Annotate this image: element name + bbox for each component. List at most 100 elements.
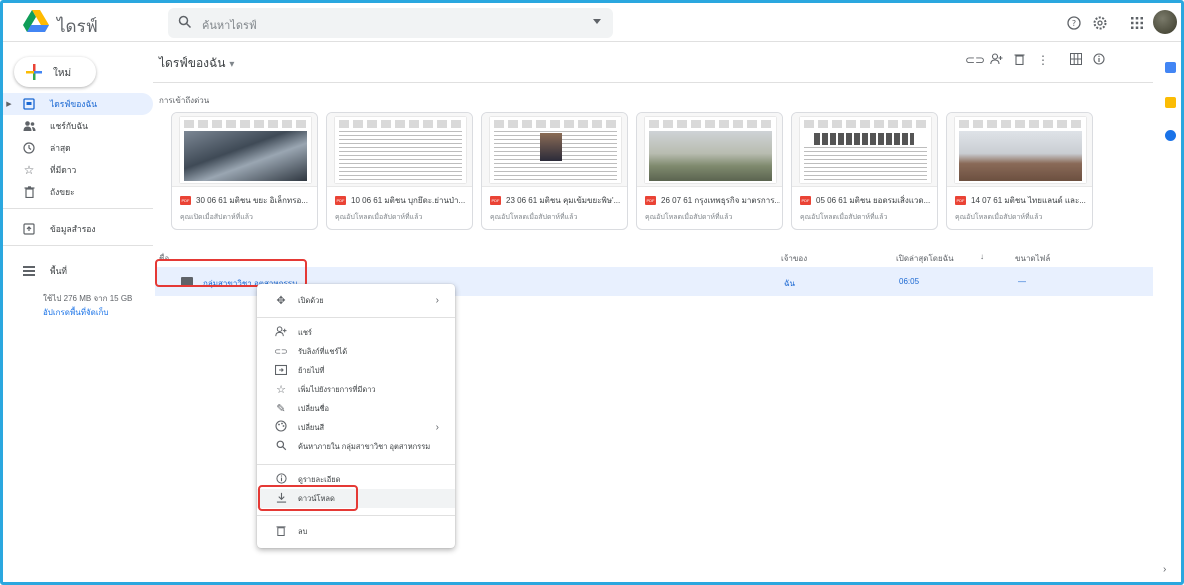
- new-button-label: ใหม่: [53, 68, 72, 79]
- header-divider: [153, 82, 1153, 83]
- menu-item-get-link[interactable]: ⊂⊃ รับลิงก์ที่แชร์ได้: [257, 342, 455, 361]
- calendar-icon[interactable]: [1165, 62, 1176, 73]
- quick-access-card[interactable]: PDF 10 06 61 มติชน บุกยึดะ.ย่านป่า... คุณ…: [326, 112, 473, 230]
- sidebar-item-starred[interactable]: ☆ ที่มีดาว: [3, 159, 153, 181]
- menu-item-change-color[interactable]: เปลี่ยนสี ›: [257, 418, 455, 437]
- trash-icon[interactable]: [1011, 53, 1027, 68]
- sidebar-item-label: ไดรฟ์ของฉัน: [50, 99, 98, 109]
- grid-view-icon[interactable]: [1068, 53, 1084, 68]
- file-thumbnail: [947, 113, 1092, 187]
- storage-icon: [22, 264, 36, 278]
- search-icon: [178, 15, 192, 29]
- more-vert-icon[interactable]: ⋮: [1035, 53, 1051, 67]
- row-owner: ฉัน: [784, 279, 795, 288]
- sidebar-item-backups[interactable]: ข้อมูลสำรอง: [3, 218, 153, 240]
- new-button[interactable]: ใหม่: [14, 57, 96, 87]
- share-icon[interactable]: [988, 53, 1004, 68]
- settings-icon[interactable]: [1091, 14, 1109, 32]
- row-modified: 06:05: [899, 277, 920, 286]
- sidebar-item-label: แชร์กับฉัน: [50, 121, 88, 131]
- star-icon: ☆: [276, 384, 286, 396]
- menu-item-label: ดูรายละเอียด: [298, 474, 341, 484]
- folder-highlight-box: [155, 259, 307, 287]
- menu-item-move[interactable]: ย้ายไปที่: [257, 361, 455, 380]
- tasks-icon[interactable]: [1165, 130, 1176, 141]
- sidebar-item-recent[interactable]: ล่าสุด: [3, 137, 153, 159]
- link-icon[interactable]: ⊂⊃: [965, 53, 985, 67]
- column-header-owner[interactable]: เจ้าของ: [781, 252, 807, 265]
- quick-access-card[interactable]: PDF 30 06 61 มติชน ขยะ อิเล็กทรอ... คุณเป…: [171, 112, 318, 230]
- menu-item-label: รับลิงก์ที่แชร์ได้: [298, 346, 348, 356]
- pdf-icon: PDF: [490, 196, 501, 205]
- menu-item-label: เพิ่มไปยังรายการที่มีดาว: [298, 384, 376, 394]
- quick-access-title: การเข้าถึงด่วน: [159, 96, 210, 105]
- menu-item-remove[interactable]: ลบ: [257, 522, 455, 541]
- card-subtitle: คุณอัปโหลดเมื่อสัปดาห์ที่แล้ว: [645, 214, 733, 221]
- apps-grid-icon[interactable]: [1128, 14, 1146, 32]
- quick-access-card[interactable]: PDF 26 07 61 กรุงเทพธุรกิจ มาตรการ... คุณ…: [636, 112, 783, 230]
- column-header-modified[interactable]: เปิดล่าสุดโดยฉัน: [896, 252, 954, 265]
- row-size: —: [1018, 277, 1026, 286]
- quick-access-card[interactable]: PDF 23 06 61 มติชน คุมเข้มขยะพิษ'... คุณอ…: [481, 112, 628, 230]
- page-title[interactable]: ไดรฟ์ของฉัน ▾: [159, 54, 234, 73]
- chevron-right-icon[interactable]: ›: [1163, 564, 1166, 575]
- info-icon[interactable]: [1091, 53, 1107, 68]
- menu-item-search-within[interactable]: ค้นหาภายใน กลุ่มสาขาวิชา อุตสาหกรรม: [257, 437, 455, 456]
- card-file-name: 10 06 61 มติชน บุกยึดะ.ย่านป่า...: [351, 196, 466, 205]
- plus-icon: [26, 64, 42, 80]
- svg-text:?: ?: [1072, 19, 1076, 28]
- menu-divider: [257, 515, 455, 516]
- star-icon: ☆: [23, 163, 35, 177]
- sidebar-item-label: พื้นที่: [50, 266, 68, 276]
- account-avatar[interactable]: [1153, 10, 1177, 34]
- upgrade-storage-link[interactable]: อัปเกรดพื้นที่จัดเก็บ: [43, 306, 109, 319]
- menu-item-label: ย้ายไปที่: [298, 365, 325, 375]
- sidebar-item-trash[interactable]: ถังขยะ: [3, 181, 153, 203]
- sidebar-item-label: ถังขยะ: [50, 187, 75, 197]
- sidebar: ใหม่ ▶ ไดรฟ์ของฉัน แชร์กับฉัน ล่าสุด ☆ ท…: [3, 42, 153, 582]
- sidebar-item-shared[interactable]: แชร์กับฉัน: [3, 115, 153, 137]
- palette-icon: [273, 420, 289, 435]
- open-with-icon: ✥: [276, 295, 286, 307]
- search-input[interactable]: ค้นหาไดรฟ์: [202, 16, 257, 34]
- card-file-name: 26 07 61 กรุงเทพธุรกิจ มาตรการ...: [661, 196, 780, 205]
- drive-logo-icon[interactable]: [23, 9, 49, 33]
- menu-item-label: เปลี่ยนสี: [298, 422, 325, 432]
- move-icon: [273, 364, 289, 378]
- my-drive-icon: [22, 97, 36, 111]
- card-file-name: 30 06 61 มติชน ขยะ อิเล็กทรอ...: [196, 196, 308, 205]
- menu-item-label: แชร์: [298, 327, 312, 337]
- share-icon: [273, 325, 289, 340]
- chevron-down-icon: ▾: [229, 59, 235, 70]
- card-subtitle: คุณเปิดเมื่อสัปดาห์ที่แล้ว: [180, 214, 253, 221]
- sort-arrow-icon[interactable]: ↓: [980, 252, 984, 261]
- storage-usage-text: ใช้ไป 276 MB จาก 15 GB: [43, 294, 133, 303]
- clock-icon: [22, 141, 36, 155]
- sidebar-divider: [3, 208, 153, 209]
- menu-item-label: เปิดด้วย: [298, 295, 324, 305]
- pdf-icon: PDF: [955, 196, 966, 205]
- search-options-icon[interactable]: [593, 19, 601, 24]
- card-file-name: 05 06 61 มติชน ยอดรมเสิ่งแวด...: [816, 196, 931, 205]
- chevron-right-icon: ›: [435, 422, 439, 433]
- quick-access-card[interactable]: PDF 14 07 61 มติชน ไทยแลนด์ และ... คุณอัป…: [946, 112, 1093, 230]
- menu-item-share[interactable]: แชร์: [257, 323, 455, 342]
- menu-item-add-star[interactable]: ☆ เพิ่มไปยังรายการที่มีดาว: [257, 380, 455, 399]
- menu-item-open-with[interactable]: ✥ เปิดด้วย ›: [257, 291, 455, 310]
- chevron-right-icon: ›: [435, 295, 439, 306]
- column-header-size[interactable]: ขนาดไฟล์: [1015, 252, 1050, 265]
- sidebar-item-storage[interactable]: พื้นที่: [3, 260, 153, 282]
- side-panel: [1160, 42, 1181, 582]
- keep-icon[interactable]: [1165, 97, 1176, 108]
- quick-access-card[interactable]: PDF 05 06 61 มติชน ยอดรมเสิ่งแวด... คุณอั…: [791, 112, 938, 230]
- search-bar[interactable]: ค้นหาไดรฟ์: [168, 8, 613, 38]
- expand-caret-icon[interactable]: ▶: [3, 100, 15, 108]
- pdf-icon: PDF: [800, 196, 811, 205]
- card-subtitle: คุณอัปโหลดเมื่อสัปดาห์ที่แล้ว: [490, 214, 578, 221]
- sidebar-item-my-drive[interactable]: ▶ ไดรฟ์ของฉัน: [3, 93, 153, 115]
- file-thumbnail: [792, 113, 937, 187]
- menu-item-rename[interactable]: ✎ เปลี่ยนชื่อ: [257, 399, 455, 418]
- link-icon: ⊂⊃: [274, 347, 288, 356]
- menu-divider: [257, 464, 455, 465]
- help-icon[interactable]: ?: [1065, 14, 1083, 32]
